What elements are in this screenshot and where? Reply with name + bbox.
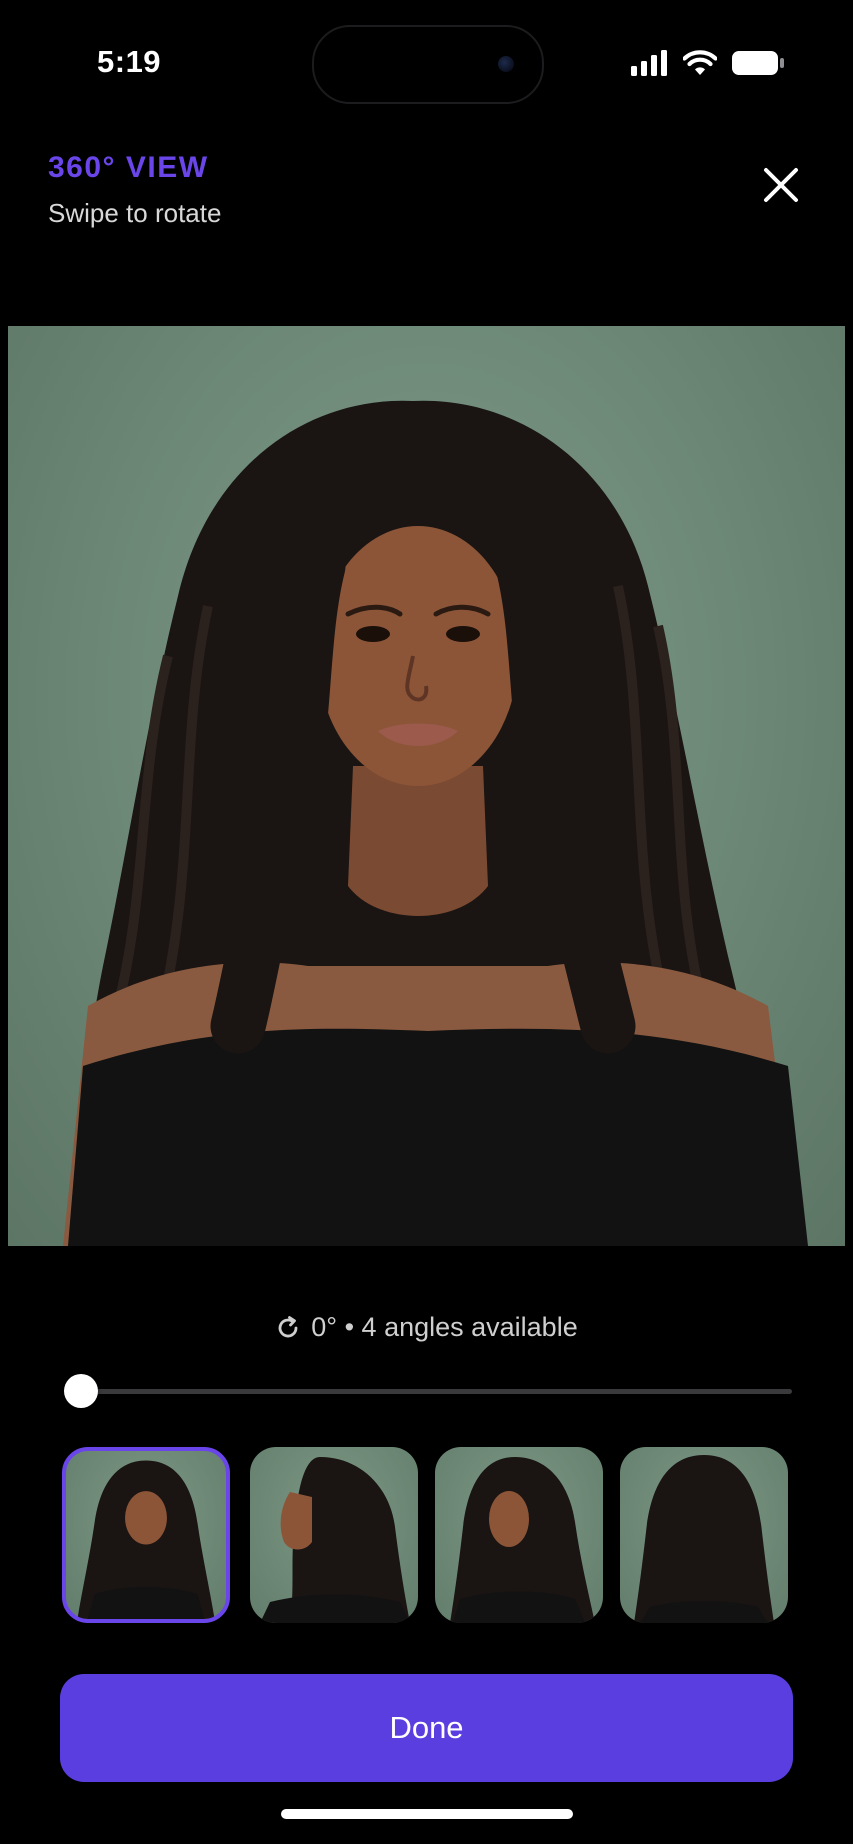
close-icon: [764, 168, 798, 202]
thumbnail-three-quarter[interactable]: [435, 1447, 603, 1623]
close-button[interactable]: [761, 165, 801, 205]
thumbnail-front[interactable]: [62, 1447, 230, 1623]
swipe-hint: Swipe to rotate: [48, 198, 222, 228]
rotation-slider-track[interactable]: [80, 1389, 792, 1394]
angle-info: 0° • 4 angles available: [0, 1312, 853, 1343]
home-indicator[interactable]: [281, 1809, 573, 1819]
dynamic-island: [312, 25, 544, 104]
screen: 5:19 360° VIEW Swipe to rotate 0° • 4 an…: [0, 0, 853, 1844]
rotation-slider-thumb[interactable]: [64, 1374, 98, 1408]
done-button[interactable]: Done: [60, 1674, 793, 1782]
battery-icon: [732, 51, 784, 75]
status-icons: [631, 50, 785, 76]
thumbnail-back[interactable]: [620, 1447, 788, 1623]
angle-readout: 0° • 4 angles available: [311, 1312, 578, 1342]
cellular-signal-icon: [631, 50, 667, 76]
camera-icon: [498, 56, 514, 72]
wifi-icon: [683, 50, 717, 75]
thumbnail-three-quarter-image: [450, 1457, 595, 1623]
model-front-photo: [63, 400, 808, 1246]
view-mode-label: 360° VIEW: [48, 151, 209, 184]
rotate-icon: [278, 1315, 298, 1337]
thumbnail-front-image: [77, 1460, 215, 1619]
status-time: 5:19: [97, 44, 162, 79]
thumbnail-left-profile[interactable]: [250, 1447, 418, 1623]
model-photo-viewer[interactable]: [8, 326, 845, 1246]
thumbnail-left-profile-image: [260, 1457, 410, 1623]
thumbnail-back-image: [634, 1455, 774, 1623]
